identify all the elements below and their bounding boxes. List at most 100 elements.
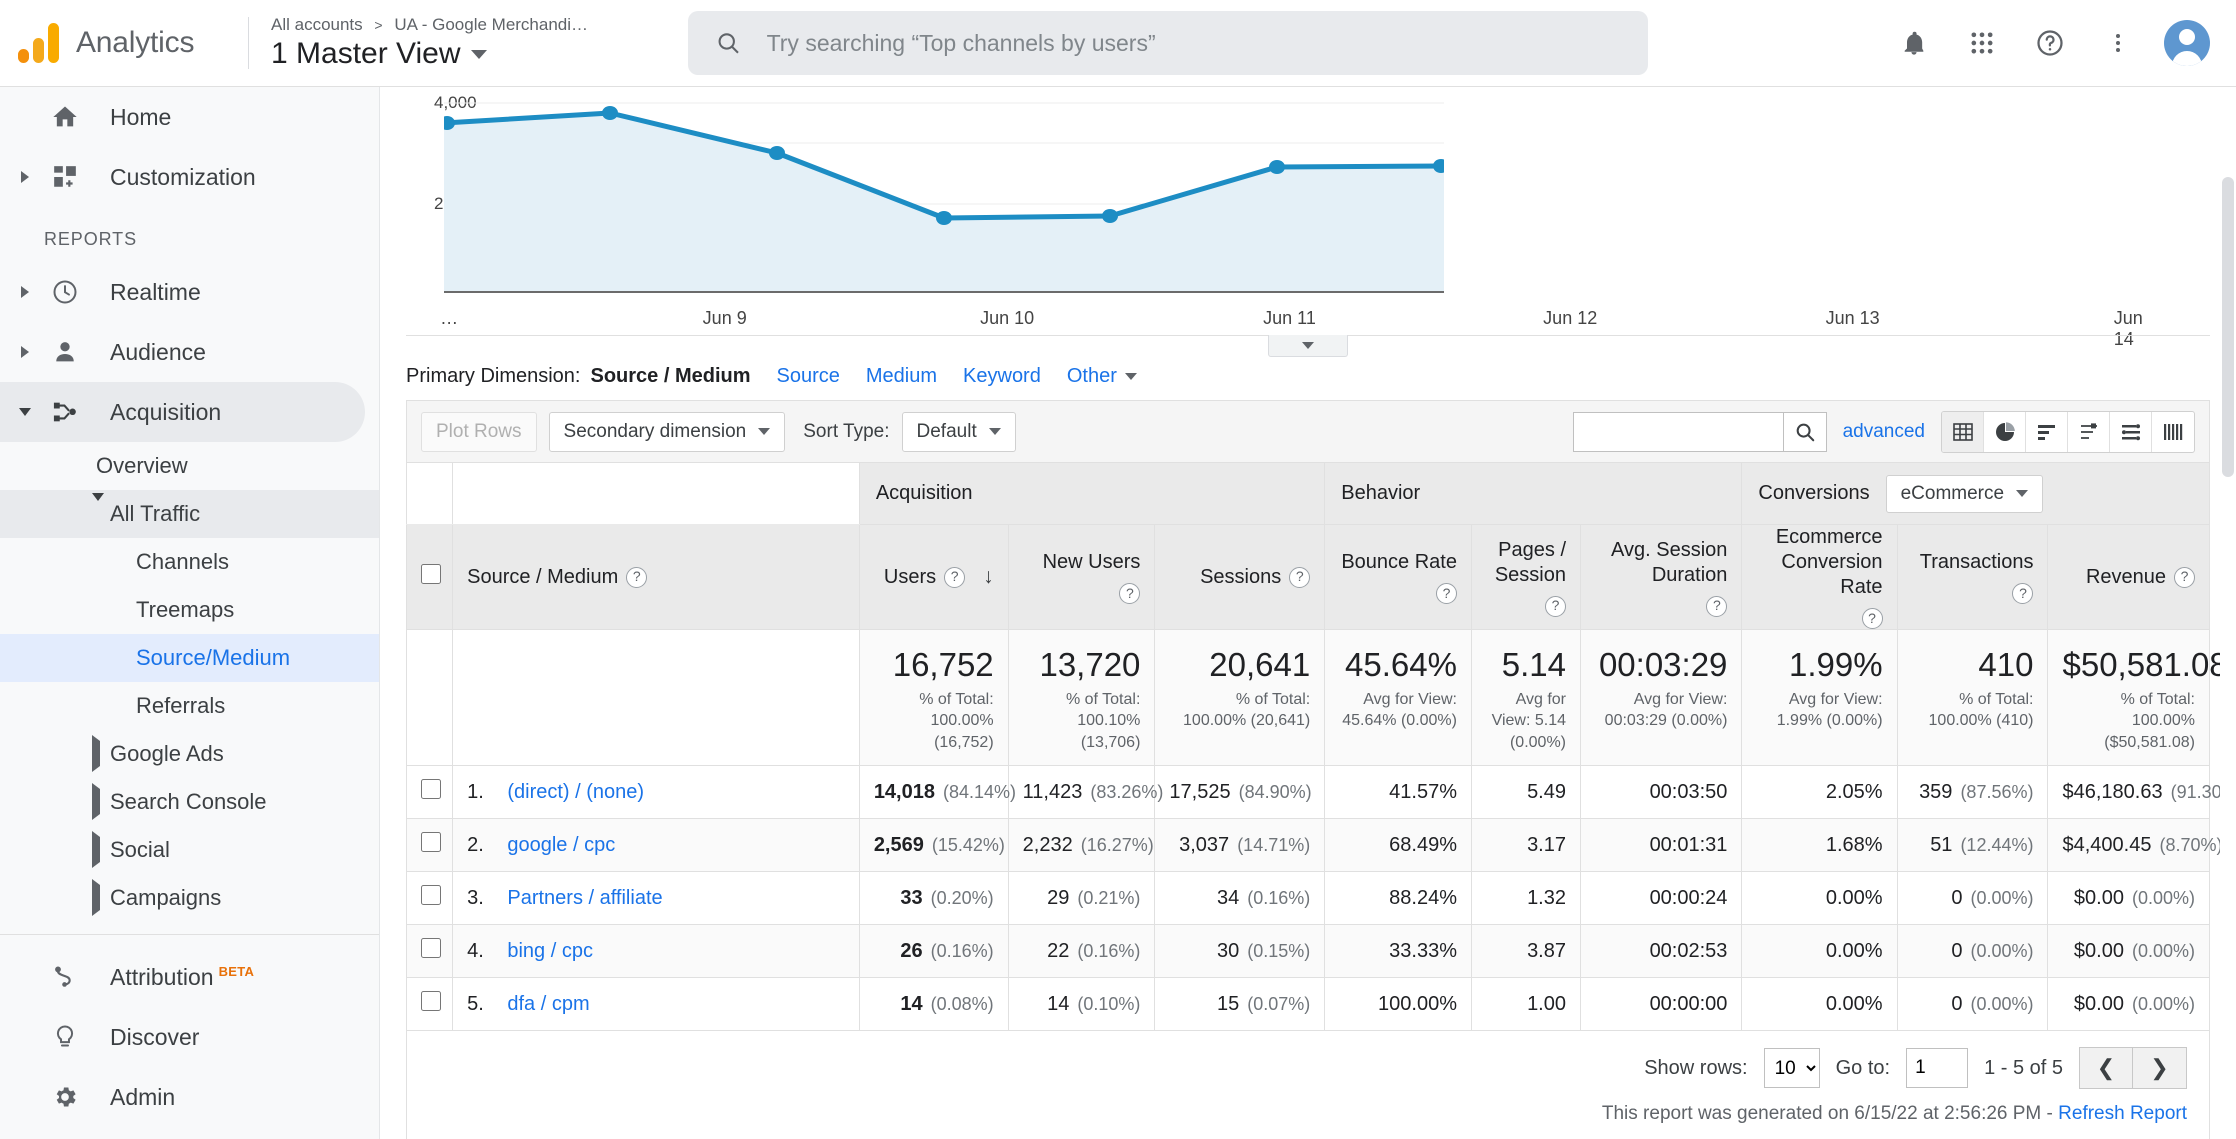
col-transactions[interactable]: Transactions? xyxy=(1896,524,2049,630)
chevron-right-icon[interactable] xyxy=(92,831,100,868)
sidebar-item-acquisition[interactable]: Acquisition xyxy=(0,382,365,442)
row-checkbox-cell[interactable] xyxy=(405,924,454,978)
col-users[interactable]: Users? ↓ xyxy=(858,524,1009,630)
row-checkbox[interactable] xyxy=(421,991,441,1011)
select-all-checkbox-cell[interactable] xyxy=(405,524,454,630)
chevron-right-icon[interactable] xyxy=(92,879,100,916)
notifications-bell-icon[interactable] xyxy=(1892,21,1936,65)
primary-dimension-medium[interactable]: Medium xyxy=(866,365,937,388)
sidebar-item-admin[interactable]: Admin xyxy=(0,1067,379,1127)
advanced-filter-link[interactable]: advanced xyxy=(1843,421,1925,443)
sidebar-item-customization[interactable]: Customization xyxy=(0,147,379,207)
table-search-button[interactable] xyxy=(1782,411,1827,452)
sidebar-item-treemaps[interactable]: Treemaps xyxy=(0,586,379,634)
breadcrumb-property[interactable]: UA - Google Merchandi… xyxy=(394,15,588,34)
scrollbar-thumb[interactable] xyxy=(2222,177,2234,477)
primary-dimension-keyword[interactable]: Keyword xyxy=(963,365,1041,388)
next-page-button[interactable]: ❯ xyxy=(2133,1047,2187,1089)
sidebar-item-realtime[interactable]: Realtime xyxy=(0,262,379,322)
sidebar-item-source-medium[interactable]: Source/Medium xyxy=(0,634,379,682)
help-icon[interactable]: ? xyxy=(2012,583,2034,604)
col-bounce-rate[interactable]: Bounce Rate? xyxy=(1324,524,1472,630)
show-rows-select[interactable]: 10 xyxy=(1763,1048,1820,1088)
help-question-icon[interactable] xyxy=(2028,21,2072,65)
row-source-link[interactable]: (direct) / (none) xyxy=(507,781,644,803)
sidebar-item-referrals[interactable]: Referrals xyxy=(0,682,379,730)
table-search[interactable] xyxy=(1572,411,1827,452)
vertical-scrollbar[interactable] xyxy=(2220,87,2236,1139)
more-options-kebab-icon[interactable] xyxy=(2096,21,2140,65)
sidebar-item-attribution[interactable]: Attribution BETA xyxy=(0,947,379,1007)
table-view-icon[interactable] xyxy=(1942,411,1984,452)
col-ecommerce-conversion-rate[interactable]: Ecommerce Conversion Rate? xyxy=(1741,524,1898,630)
chevron-down-icon[interactable] xyxy=(92,493,104,527)
help-icon[interactable]: ? xyxy=(1119,583,1141,604)
sidebar-item-overview[interactable]: Overview xyxy=(0,442,379,490)
comparison-view-icon[interactable] xyxy=(2068,411,2110,452)
help-icon[interactable]: ? xyxy=(1545,595,1566,617)
pie-chart-view-icon[interactable] xyxy=(1984,411,2026,452)
chevron-down-icon[interactable] xyxy=(8,408,42,416)
conversions-goal-select[interactable]: eCommerce xyxy=(1885,474,2044,513)
chevron-down-icon[interactable] xyxy=(470,49,487,59)
chevron-right-icon[interactable] xyxy=(8,346,42,358)
chevron-right-icon[interactable] xyxy=(8,171,42,183)
row-source-link[interactable]: Partners / affiliate xyxy=(507,887,662,909)
chevron-right-icon[interactable] xyxy=(92,735,100,772)
global-search-box[interactable] xyxy=(688,11,1649,75)
chevron-right-icon[interactable] xyxy=(8,286,42,298)
goto-page-input[interactable] xyxy=(1906,1048,1969,1088)
sidebar-item-discover[interactable]: Discover xyxy=(0,1007,379,1067)
select-all-checkbox[interactable] xyxy=(421,564,441,584)
sidebar-item-home[interactable]: Home xyxy=(0,87,379,147)
row-checkbox-cell[interactable] xyxy=(405,818,454,872)
sort-type-select[interactable]: Default xyxy=(901,411,1016,452)
col-source-medium[interactable]: Source / Medium? xyxy=(452,524,860,630)
row-source-link[interactable]: google / cpc xyxy=(507,834,615,856)
help-icon[interactable]: ? xyxy=(1861,608,1883,629)
row-checkbox[interactable] xyxy=(421,885,441,905)
search-input[interactable] xyxy=(766,29,1621,57)
avatar[interactable] xyxy=(2164,20,2210,66)
row-checkbox[interactable] xyxy=(421,832,441,852)
col-avg-session-duration[interactable]: Avg. Session Duration? xyxy=(1579,524,1743,630)
help-icon[interactable]: ? xyxy=(1435,583,1457,604)
row-checkbox[interactable] xyxy=(421,779,441,799)
sidebar-item-channels[interactable]: Channels xyxy=(0,538,379,586)
secondary-dimension-button[interactable]: Secondary dimension xyxy=(548,411,786,452)
row-checkbox[interactable] xyxy=(421,938,441,958)
bar-chart-view-icon[interactable] xyxy=(2026,411,2068,452)
primary-dimension-other[interactable]: Other xyxy=(1067,365,1137,388)
help-icon[interactable]: ? xyxy=(1706,595,1728,617)
plot-rows-button[interactable]: Plot Rows xyxy=(421,411,537,452)
row-checkbox-cell[interactable] xyxy=(405,871,454,925)
help-icon[interactable]: ? xyxy=(626,566,648,588)
col-new-users[interactable]: New Users? xyxy=(1007,524,1156,630)
sidebar-item-all-traffic[interactable]: All Traffic xyxy=(0,490,379,538)
performance-view-icon[interactable] xyxy=(2152,412,2194,452)
col-sessions[interactable]: Sessions? xyxy=(1154,524,1326,630)
pivot-view-icon[interactable] xyxy=(2110,411,2152,452)
help-icon[interactable]: ? xyxy=(1289,566,1311,588)
row-source-link[interactable]: bing / cpc xyxy=(507,940,593,962)
apps-grid-icon[interactable] xyxy=(1960,21,2004,65)
help-icon[interactable]: ? xyxy=(2174,566,2195,588)
chevron-right-icon[interactable] xyxy=(92,783,100,820)
view-line[interactable]: 1 Master View xyxy=(271,37,588,71)
sidebar-item-campaigns[interactable]: Campaigns xyxy=(0,874,379,922)
primary-dimension-current[interactable]: Source / Medium xyxy=(590,365,750,388)
col-pages-session[interactable]: Pages / Session? xyxy=(1470,524,1582,630)
row-checkbox-cell[interactable] xyxy=(405,977,454,1031)
primary-dimension-source[interactable]: Source xyxy=(777,365,840,388)
col-revenue[interactable]: Revenue? xyxy=(2047,524,2210,630)
sidebar-item-social[interactable]: Social xyxy=(0,826,379,874)
breadcrumb-all-accounts[interactable]: All accounts xyxy=(271,15,363,34)
sidebar-item-audience[interactable]: Audience xyxy=(0,322,379,382)
sidebar-item-google-ads[interactable]: Google Ads xyxy=(0,730,379,778)
row-source-link[interactable]: dfa / cpm xyxy=(507,993,589,1015)
row-checkbox-cell[interactable] xyxy=(405,765,454,819)
previous-page-button[interactable]: ❮ xyxy=(2079,1047,2133,1089)
sidebar-item-search-console[interactable]: Search Console xyxy=(0,778,379,826)
collapse-chart-button[interactable] xyxy=(1268,335,1348,357)
account-selector[interactable]: All accounts > UA - Google Merchandi… 1 … xyxy=(248,15,588,71)
